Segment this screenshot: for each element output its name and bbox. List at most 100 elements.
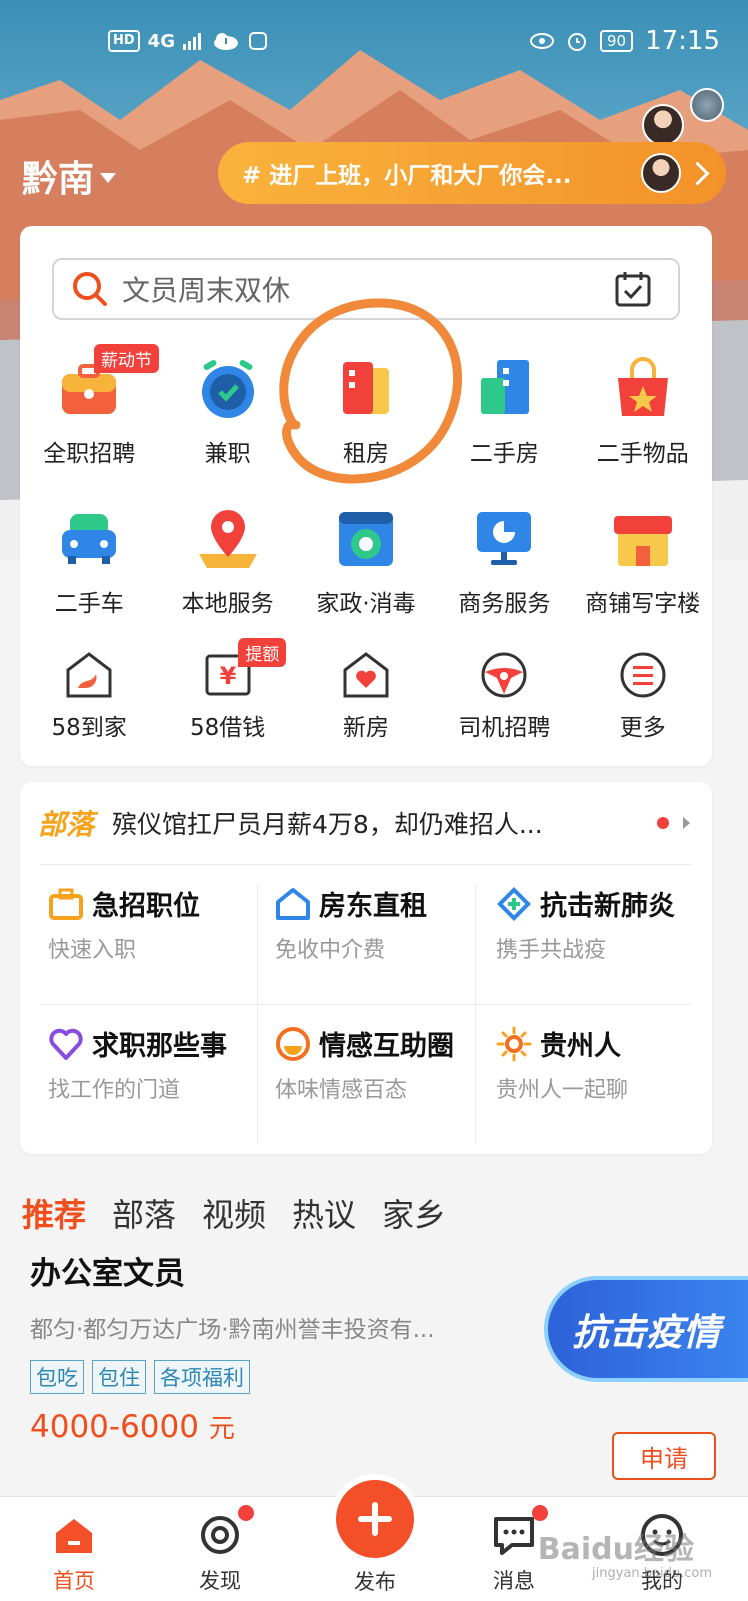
category-label: 家政·消毒 [316, 591, 416, 617]
watermark-logo: Baidu经验 [537, 1532, 694, 1567]
car-icon [56, 506, 122, 572]
category-driver-recruit[interactable]: 司机招聘 [435, 650, 573, 742]
topic-banner[interactable]: # 进厂上班，小厂和大厂你会... [218, 142, 726, 204]
status-right: 90 17:15 [529, 26, 720, 56]
tribe-logo: 部落 [38, 808, 95, 841]
nav-label: 首页 [53, 1569, 95, 1593]
svg-text:¥: ¥ [219, 662, 236, 690]
banner-text: # 进厂上班，小厂和大厂你会... [242, 163, 572, 189]
category-label: 更多 [619, 715, 666, 741]
chevron-down-icon [100, 173, 117, 183]
nav-label: 发布 [354, 1570, 396, 1594]
category-label: 司机招聘 [458, 715, 551, 741]
eye-icon [529, 33, 554, 49]
tile-subtitle: 找工作的门道 [48, 1078, 181, 1103]
job-salary: 4000-6000 元 [30, 1408, 235, 1445]
avatar [641, 153, 681, 193]
tile-head: 急招职位 [48, 884, 200, 923]
category-label: 本地服务 [181, 591, 274, 617]
tribe-card: 部落 殡仪馆扛尸员月薪4万8，却仍难招人... 急招职位 快速入职 房东直租 免… [20, 782, 712, 1154]
job-tags: 包吃 包住 各项福利 [30, 1360, 250, 1394]
calendar-check-icon[interactable] [614, 270, 652, 308]
tile-head: 情感互助圈 [275, 1024, 454, 1063]
tile-job-tips[interactable]: 求职那些事 找工作的门道 [40, 1004, 257, 1144]
notification-dot [238, 1505, 254, 1521]
nav-home[interactable]: 首页 [24, 1511, 124, 1595]
tile-title: 抗击新肺炎 [540, 891, 675, 922]
buildings-icon [471, 356, 537, 422]
steering-wheel-icon [479, 650, 529, 700]
category-label: 二手房 [469, 441, 539, 467]
smile-icon [276, 1026, 310, 1061]
tile-head: 贵州人 [496, 1024, 621, 1063]
publish-button[interactable] [336, 1480, 414, 1558]
sun-icon [496, 1026, 532, 1061]
tile-fight-pneumonia[interactable]: 抗击新肺炎 携手共战疫 [488, 864, 705, 1004]
house-icon [276, 887, 310, 920]
status-left: HD 4G [108, 30, 269, 52]
category-58-home[interactable]: 58到家 [20, 650, 158, 742]
tribe-news[interactable]: 部落 殡仪馆扛尸员月薪4万8，却仍难招人... [20, 782, 712, 864]
shopping-bag-icon [610, 356, 676, 422]
chevron-right-icon [685, 160, 710, 186]
network-type: 4G [147, 30, 175, 52]
tile-subtitle: 贵州人一起聊 [496, 1078, 629, 1103]
menu-icon [618, 650, 668, 700]
search-icon [73, 272, 107, 306]
status-time: 17:15 [645, 26, 720, 56]
hd-icon: HD [108, 30, 140, 52]
tile-head: 抗击新肺炎 [496, 884, 675, 923]
avatar[interactable] [642, 104, 684, 146]
job-title: 办公室文员 [30, 1256, 185, 1292]
category-new-house[interactable]: 新房 [297, 650, 435, 742]
divider [257, 884, 258, 1144]
fight-epidemic-banner[interactable]: 抗击疫情 [544, 1276, 748, 1382]
home-icon [56, 1519, 92, 1553]
category-housekeeping[interactable]: 家政·消毒 [297, 506, 435, 618]
tile-title: 房东直租 [319, 891, 427, 922]
tile-subtitle: 快速入职 [48, 938, 137, 963]
tile-urgent-jobs[interactable]: 急招职位 快速入职 [40, 864, 257, 1004]
badge-label: 提额 [238, 638, 287, 667]
category-used-car[interactable]: 二手车 [20, 506, 158, 618]
apply-button[interactable]: 申请 [612, 1432, 716, 1480]
category-local-service[interactable]: 本地服务 [158, 506, 296, 618]
nav-discover[interactable]: 发现 [170, 1505, 270, 1595]
category-secondhand-goods[interactable]: 二手物品 [574, 356, 712, 468]
washing-machine-icon [333, 506, 399, 572]
status-bar: HD 4G 90 17:15 [0, 0, 748, 84]
category-row: 58到家 ¥ 提额 58借钱 新房 司机招聘 更多 [20, 638, 712, 742]
tile-title: 贵州人 [540, 1031, 621, 1062]
tile-title: 求职那些事 [92, 1031, 227, 1062]
chevron-right-icon [683, 817, 690, 829]
plus-icon [358, 1502, 392, 1536]
cloud-alert-icon [213, 33, 238, 50]
tile-landlord-rent[interactable]: 房东直租 免收中介费 [267, 864, 484, 1004]
city-selector[interactable]: 黔南 [22, 150, 117, 202]
tile-subtitle: 免收中介费 [275, 938, 386, 963]
tile-subtitle: 体味情感百态 [275, 1078, 408, 1103]
diamond-plus-icon [497, 886, 531, 921]
location-pin-icon [195, 506, 261, 572]
avatar[interactable] [690, 88, 724, 122]
tile-head: 求职那些事 [48, 1024, 227, 1063]
category-business-service[interactable]: 商务服务 [435, 506, 573, 618]
category-label: 商务服务 [458, 591, 551, 617]
category-58-loan[interactable]: ¥ 提额 58借钱 [158, 638, 296, 742]
category-fulltime[interactable]: 薪动节 全职招聘 [20, 344, 159, 468]
category-shop-office[interactable]: 商铺写字楼 [574, 506, 712, 618]
house-heart-icon [341, 650, 391, 700]
category-label: 二手物品 [596, 441, 689, 467]
nav-label: 消息 [493, 1569, 535, 1593]
watermark-url: jingyan.baidu.com [592, 1566, 712, 1581]
category-more[interactable]: 更多 [574, 650, 712, 742]
tile-guizhou[interactable]: 贵州人 贵州人一起聊 [488, 1004, 705, 1144]
job-tag: 包住 [92, 1360, 146, 1394]
badge-label: 薪动节 [94, 344, 159, 373]
category-label: 全职招聘 [43, 441, 136, 467]
annotation-circle-icon [279, 298, 463, 484]
tribe-headline: 殡仪馆扛尸员月薪4万8，却仍难招人... [112, 810, 543, 839]
tile-emotion-circle[interactable]: 情感互助圈 体味情感百态 [267, 1004, 484, 1144]
signal-icon [182, 33, 201, 50]
unread-dot [657, 817, 669, 829]
